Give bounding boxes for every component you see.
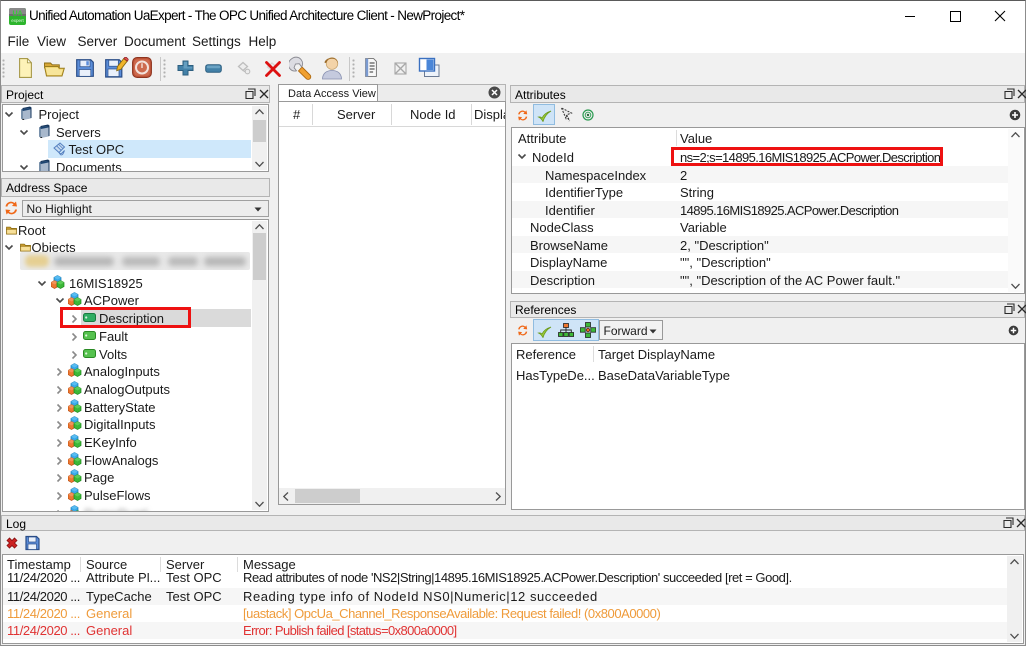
svg-text:UA: UA <box>12 11 22 18</box>
svg-text:expert: expert <box>11 18 24 23</box>
